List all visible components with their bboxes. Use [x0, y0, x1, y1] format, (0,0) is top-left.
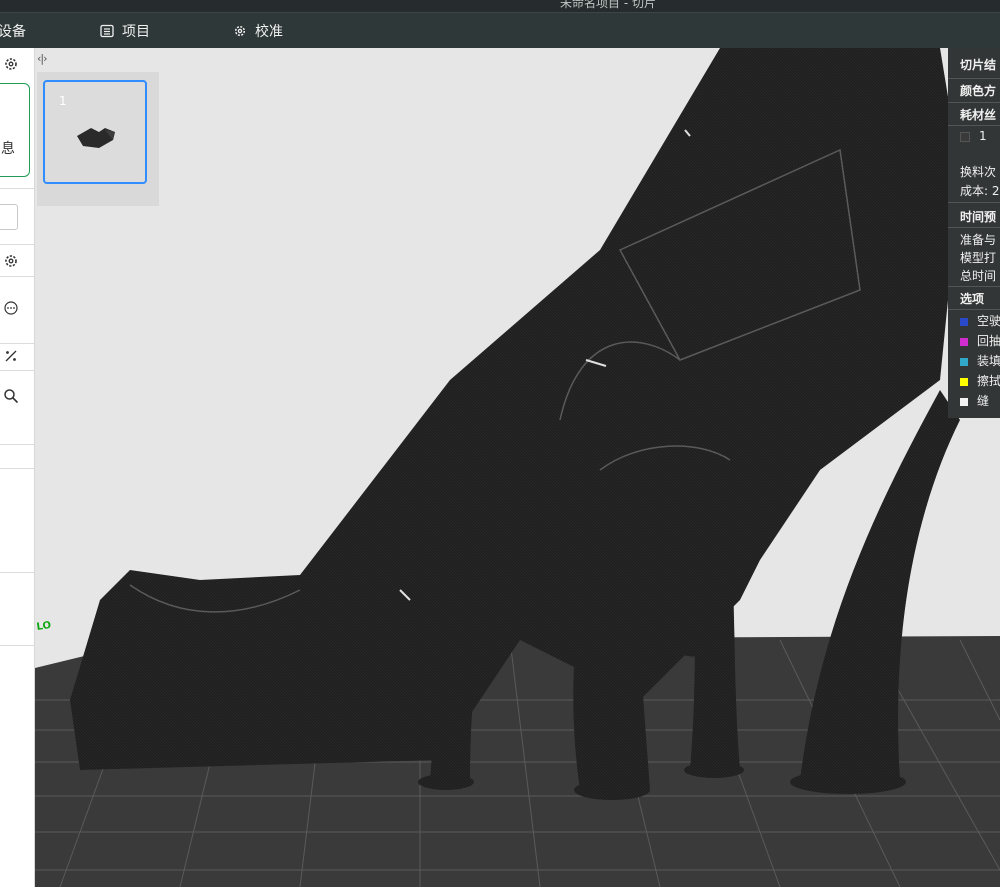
time-estimate-header: 时间预 [960, 210, 997, 224]
menu-device-label: 设备 [0, 24, 26, 40]
menu-project[interactable]: 项目 [100, 13, 150, 49]
legend-item-prime[interactable]: 装填 [960, 352, 1000, 369]
legend-label: 装填 [977, 354, 1000, 368]
legend-swatch [960, 317, 968, 326]
filament-swatch [960, 131, 970, 142]
legend-swatch [960, 377, 968, 386]
divider [948, 227, 1000, 228]
prepare-time: 准备与 [960, 233, 997, 247]
filament-row: 1 [960, 129, 987, 143]
left-panel: 息 [0, 48, 35, 887]
legend-label: 空驶 [977, 314, 1000, 328]
divider [0, 188, 34, 189]
legend-label: 回抽 [977, 334, 1000, 348]
3d-viewport[interactable]: LO [35, 48, 1000, 887]
divider [0, 343, 34, 344]
legend-item-seam[interactable]: 缝 [960, 392, 989, 409]
divider [0, 370, 34, 371]
settings-icon[interactable] [3, 56, 19, 72]
menu-calibrate[interactable]: 校准 [233, 13, 283, 49]
divider [0, 645, 34, 646]
legend-swatch [960, 357, 968, 366]
plate-model-thumbnail [77, 128, 115, 148]
menu-project-label: 项目 [122, 24, 150, 40]
menu-calibrate-label: 校准 [255, 24, 283, 40]
settings-icon[interactable] [3, 253, 19, 269]
split-toggle-icon[interactable]: ‹|› [37, 52, 47, 65]
preset-input[interactable] [0, 204, 18, 230]
filament-header: 耗材丝 [960, 108, 997, 122]
legend-swatch [960, 337, 968, 346]
change-count: 换料次 [960, 165, 997, 179]
divider [0, 572, 34, 573]
percent-icon[interactable] [3, 348, 19, 364]
divider [0, 276, 34, 277]
divider [948, 309, 1000, 310]
options-header: 选项 [960, 292, 985, 306]
filament-index: 1 [979, 129, 987, 143]
legend-label: 缝 [977, 394, 990, 408]
divider [948, 125, 1000, 126]
legend-swatch [960, 397, 968, 406]
divider [0, 244, 34, 245]
slice-result-title: 切片结 [960, 58, 997, 72]
menu-device[interactable]: 设备 [0, 13, 26, 49]
more-icon[interactable] [3, 300, 19, 316]
slice-result-panel: 切片结 颜色方 耗材丝 1 换料次 成本: 2 时间预 准备与 模型打 总时间 … [948, 48, 1000, 418]
printer-card-text: 息 [1, 141, 15, 157]
list-icon [100, 24, 114, 38]
plate-number: 1 [59, 94, 67, 108]
color-scheme-label[interactable]: 颜色方 [960, 82, 996, 99]
legend-item-wipe[interactable]: 擦拭 [960, 372, 1000, 389]
sliced-model-preview: LO [35, 48, 1000, 887]
title-bar: 未命名项目 - 切片 [0, 0, 1000, 12]
cost: 成本: 2 [960, 184, 1000, 198]
divider [0, 444, 34, 445]
axis-label: LO [36, 620, 52, 633]
gear-icon [234, 25, 246, 37]
divider [948, 102, 1000, 103]
legend-label: 擦拭 [977, 374, 1000, 388]
search-icon[interactable] [3, 388, 19, 404]
model-print-time: 模型打 [960, 251, 997, 265]
divider [0, 468, 34, 469]
divider [948, 202, 1000, 203]
window-title: 未命名项目 - 切片 [560, 0, 656, 10]
total-time: 总时间 [960, 269, 997, 283]
legend-item-retract[interactable]: 回抽 [960, 332, 1000, 349]
menu-bar: 设备 项目 校准 [0, 12, 1000, 49]
printer-card[interactable]: 息 [0, 83, 30, 177]
divider [948, 78, 1000, 79]
plate-thumbnail-1[interactable]: 1 [43, 80, 147, 184]
legend-item-travel[interactable]: 空驶 [960, 312, 1000, 329]
divider [948, 286, 1000, 287]
